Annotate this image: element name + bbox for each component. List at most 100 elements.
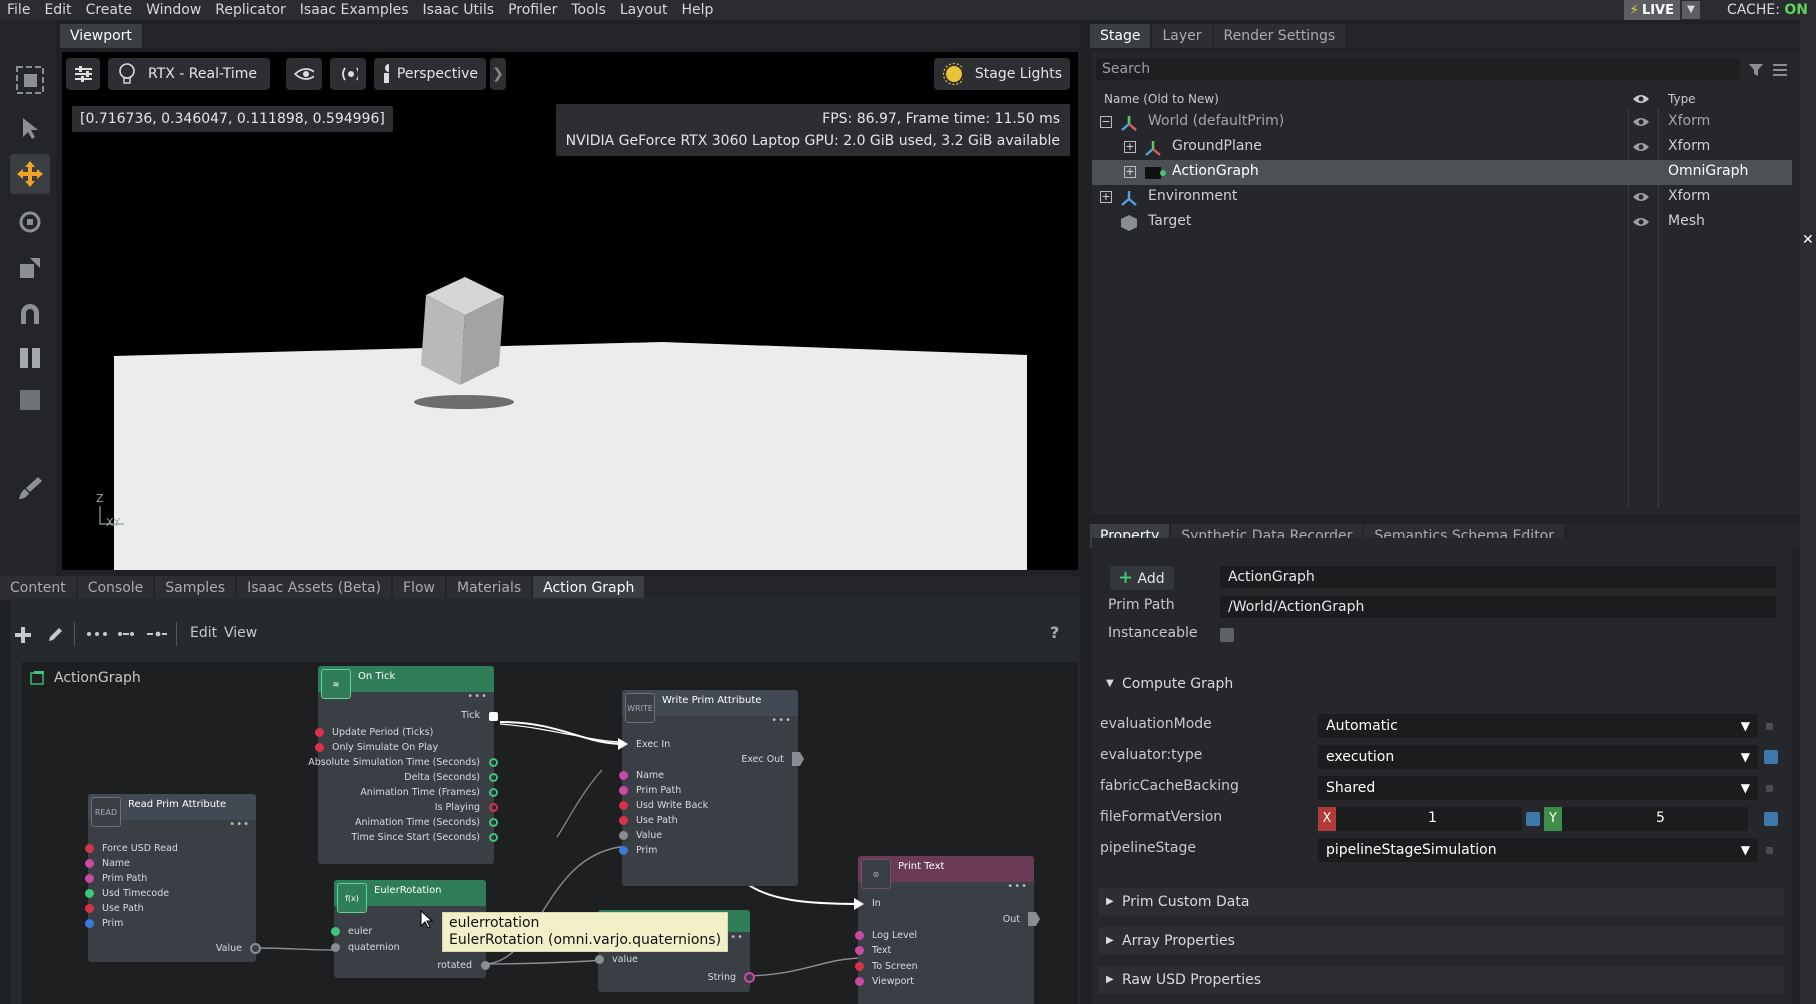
menu-edit[interactable]: Edit — [37, 2, 78, 18]
input-port[interactable] — [619, 786, 628, 795]
dots-horizontal-icon[interactable] — [86, 630, 108, 638]
eye-icon[interactable] — [1632, 93, 1650, 105]
pause-button[interactable] — [10, 338, 50, 378]
input-port[interactable] — [85, 844, 94, 853]
prim-path-field[interactable]: /World/ActionGraph — [1220, 596, 1776, 618]
output-port[interactable] — [481, 961, 490, 970]
default-value-indicator[interactable] — [1766, 847, 1773, 854]
evaluation-mode-select[interactable]: Automatic ▼ — [1318, 714, 1758, 738]
eye-icon[interactable] — [1632, 116, 1650, 128]
graph-canvas[interactable]: ActionGraph On Tick ≋ ••• Tick Update Pe… — [22, 662, 1078, 1004]
collapse-icon[interactable]: − — [1100, 116, 1112, 128]
menu-create[interactable]: Create — [79, 2, 140, 18]
paint-tool-button[interactable] — [10, 468, 50, 508]
expand-icon[interactable]: + — [1100, 191, 1112, 203]
instanceable-checkbox[interactable] — [1220, 628, 1234, 642]
column-name[interactable]: Name (Old to New) — [1104, 92, 1219, 106]
eye-icon[interactable] — [1632, 141, 1650, 153]
plus-icon[interactable] — [14, 626, 32, 644]
node-menu-icon[interactable]: ••• — [1007, 881, 1028, 892]
input-port[interactable] — [85, 889, 94, 898]
filter-icon[interactable] — [1748, 62, 1764, 78]
scale-tool-button[interactable] — [10, 248, 50, 288]
exec-out-port[interactable] — [792, 752, 804, 766]
node-menu-icon[interactable]: ••• — [771, 715, 792, 726]
input-port[interactable] — [855, 946, 864, 955]
expand-icon[interactable]: + — [1124, 141, 1136, 153]
dot-line-icon[interactable] — [146, 630, 168, 638]
node-print-text[interactable]: Print Text ⊛ ••• In Out Log Level Text T… — [854, 856, 1040, 1004]
add-button[interactable]: + Add — [1110, 566, 1174, 590]
output-port[interactable] — [250, 943, 261, 954]
menu-graph-edit[interactable]: Edit — [190, 625, 217, 641]
output-port[interactable] — [489, 818, 498, 827]
stage-row-actiongraph[interactable]: + ActionGraph OmniGraph — [1092, 160, 1792, 185]
tab-layer[interactable]: Layer — [1152, 24, 1212, 48]
tab-console[interactable]: Console — [77, 576, 154, 600]
modified-value-indicator[interactable] — [1764, 750, 1778, 764]
close-icon[interactable]: ✕ — [1802, 232, 1814, 248]
input-port[interactable] — [315, 728, 324, 737]
input-port[interactable] — [855, 931, 864, 940]
input-port[interactable] — [855, 962, 864, 971]
tab-stage[interactable]: Stage — [1090, 24, 1151, 48]
pipeline-stage-select[interactable]: pipelineStageSimulation ▼ — [1318, 838, 1758, 862]
stage-row-environment[interactable]: + Environment Xform — [1092, 185, 1792, 210]
output-port[interactable] — [489, 773, 498, 782]
eye-icon[interactable] — [1632, 191, 1650, 203]
menu-file[interactable]: File — [0, 2, 37, 18]
column-type[interactable]: Type — [1668, 92, 1696, 106]
stage-search-input[interactable]: Search — [1096, 58, 1740, 80]
renderer-button[interactable]: RTX - Real-Time — [108, 58, 270, 90]
fabric-cache-backing-select[interactable]: Shared ▼ — [1318, 776, 1758, 800]
pencil-icon[interactable] — [46, 626, 64, 644]
output-port[interactable] — [489, 758, 498, 767]
select-mode-button[interactable] — [10, 60, 50, 100]
move-tool-button[interactable] — [10, 154, 50, 194]
tab-samples[interactable]: Samples — [155, 576, 236, 600]
input-port[interactable] — [619, 801, 628, 810]
viewport-settings-button[interactable] — [66, 58, 100, 90]
expand-icon[interactable]: + — [1124, 166, 1136, 178]
menu-window[interactable]: Window — [139, 2, 208, 18]
default-value-indicator[interactable] — [1766, 785, 1773, 792]
stage-row-world[interactable]: − World (defaultPrim) Xform — [1092, 110, 1792, 135]
input-port[interactable] — [331, 927, 340, 936]
input-port[interactable] — [315, 743, 324, 752]
tab-viewport[interactable]: Viewport — [60, 24, 142, 48]
select-tool-button[interactable] — [10, 108, 50, 148]
tab-flow[interactable]: Flow — [393, 576, 445, 600]
exec-in-port[interactable] — [854, 898, 864, 910]
output-port[interactable] — [489, 803, 498, 812]
version-x-field[interactable]: X 1 — [1318, 807, 1522, 831]
input-port[interactable] — [619, 846, 628, 855]
section-prim-custom-data[interactable]: ▶ Prim Custom Data — [1098, 888, 1784, 916]
menu-isaac-examples[interactable]: Isaac Examples — [293, 2, 416, 18]
help-button[interactable]: ? — [1050, 623, 1059, 642]
exec-out-port[interactable] — [489, 712, 498, 721]
menu-replicator[interactable]: Replicator — [208, 2, 292, 18]
menu-layout[interactable]: Layout — [613, 2, 675, 18]
prim-name-field[interactable]: ActionGraph — [1220, 566, 1776, 588]
node-read-prim-attribute[interactable]: Read Prim Attribute READ ••• Force USD R… — [85, 794, 261, 962]
input-port[interactable] — [85, 919, 94, 928]
input-port[interactable] — [619, 771, 628, 780]
tab-action-graph[interactable]: Action Graph — [533, 576, 645, 600]
evaluator-type-select[interactable]: execution ▼ — [1318, 745, 1758, 769]
modified-value-indicator[interactable] — [1764, 812, 1778, 826]
stage-row-target[interactable]: Target Mesh — [1092, 210, 1792, 235]
tab-render-settings[interactable]: Render Settings — [1213, 24, 1346, 48]
input-port[interactable] — [331, 943, 340, 952]
tab-content[interactable]: Content — [0, 576, 76, 600]
stage-lights-button[interactable]: Stage Lights — [934, 58, 1070, 90]
live-button[interactable]: ⚡ LIVE — [1623, 0, 1680, 20]
node-menu-icon[interactable]: ••• — [467, 691, 488, 702]
output-port[interactable] — [489, 788, 498, 797]
viewport-overflow-button[interactable]: ❯ — [490, 58, 506, 90]
exec-in-port[interactable] — [618, 738, 628, 750]
version-y-field[interactable]: Y 5 — [1544, 807, 1748, 831]
rotate-tool-button[interactable] — [10, 202, 50, 242]
input-port[interactable] — [619, 816, 628, 825]
input-port[interactable] — [85, 874, 94, 883]
node-write-prim-attribute[interactable]: Write Prim Attribute WRITE ••• Exec In E… — [618, 690, 804, 886]
